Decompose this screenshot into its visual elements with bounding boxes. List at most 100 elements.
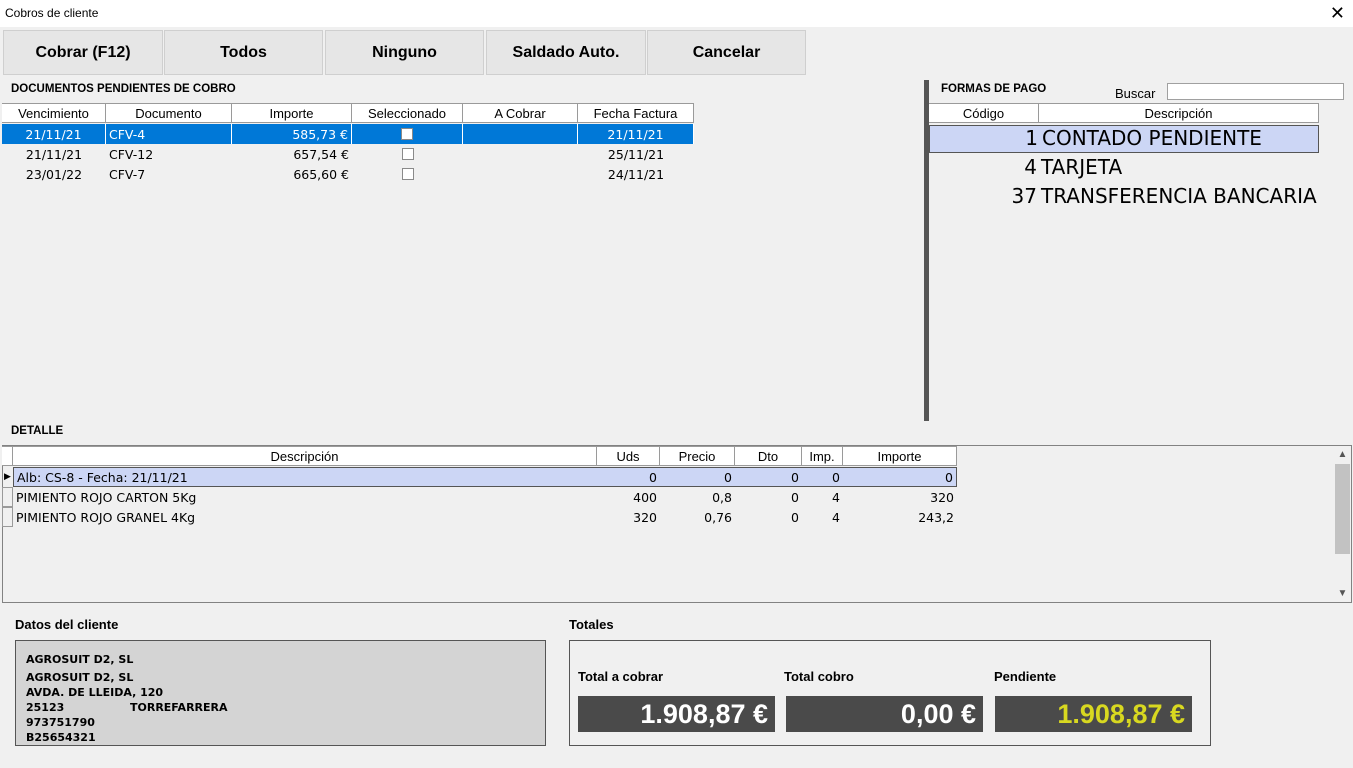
client-location: 25123 TORREFARRERA <box>26 700 535 715</box>
cell-descripcion: PIMIENTO ROJO CARTON 5Kg <box>16 489 197 505</box>
pendiente-value: 1.908,87 € <box>995 696 1192 732</box>
ninguno-button[interactable]: Ninguno <box>325 30 484 75</box>
col-fecha-factura[interactable]: Fecha Factura <box>578 104 694 123</box>
cell-vencimiento: 21/11/21 <box>2 124 106 144</box>
vertical-scrollbar[interactable]: ▲ ▼ <box>1334 446 1351 602</box>
client-data-title: Datos del cliente <box>15 617 119 632</box>
col-a-cobrar[interactable]: A Cobrar <box>463 104 578 123</box>
current-row-indicator-icon: ▶ <box>4 472 11 482</box>
table-row[interactable]: 21/11/21 CFV-4 585,73 € 21/11/21 <box>2 124 694 144</box>
cell-imp: 4 <box>832 509 840 525</box>
search-label: Buscar <box>1115 86 1156 101</box>
cell-fecha-factura: 21/11/21 <box>578 124 694 144</box>
cell-documento: CFV-4 <box>106 124 232 144</box>
cell-importe: 243,2 <box>918 509 954 525</box>
cell-a-cobrar[interactable] <box>463 164 578 184</box>
selected-checkbox[interactable] <box>401 168 414 180</box>
row-header-corner <box>2 447 13 466</box>
client-name: AGROSUIT D2, SL <box>26 653 134 666</box>
table-row[interactable]: 23/01/22 CFV-7 665,60 € 24/11/21 <box>2 164 694 184</box>
cell-a-cobrar[interactable] <box>463 144 578 164</box>
cell-documento: CFV-7 <box>109 166 146 182</box>
pendiente-label: Pendiente <box>994 669 1057 684</box>
payment-description: CONTADO PENDIENTE <box>1042 126 1262 150</box>
col-importe[interactable]: Importe <box>232 104 352 123</box>
client-city: TORREFARRERA <box>130 701 228 714</box>
table-row[interactable]: PIMIENTO ROJO GRANEL 4Kg 320 0,76 0 4 24… <box>2 507 957 527</box>
client-address: AVDA. DE LLEIDA, 120 <box>26 686 164 699</box>
scroll-up-icon[interactable]: ▲ <box>1334 446 1351 463</box>
detail-grid-header: Descripción Uds Precio Dto Imp. Importe <box>2 446 957 466</box>
client-postal-code: 25123 <box>26 701 65 714</box>
total-cobro-value: 0,00 € <box>786 696 983 732</box>
cell-fecha-factura: 24/11/21 <box>607 166 665 182</box>
col-vencimiento[interactable]: Vencimiento <box>2 104 106 123</box>
cancelar-button[interactable]: Cancelar <box>647 30 806 75</box>
cell-documento: CFV-12 <box>109 146 154 162</box>
cell-vencimiento: 23/01/22 <box>25 166 83 182</box>
col-imp[interactable]: Imp. <box>802 447 843 466</box>
payment-methods-title: FORMAS DE PAGO <box>941 83 1047 95</box>
cell-precio: 0 <box>660 467 735 487</box>
cell-dto: 0 <box>791 509 799 525</box>
totals-panel: Total a cobrar Total cobro Pendiente 1.9… <box>569 640 1211 746</box>
close-icon[interactable]: ✕ <box>1330 3 1345 23</box>
total-a-cobrar-value: 1.908,87 € <box>578 696 775 732</box>
window-title: Cobros de cliente <box>5 6 99 20</box>
selected-checkbox[interactable] <box>401 128 413 140</box>
cell-precio: 0,8 <box>712 489 732 505</box>
cell-seleccionado <box>352 144 463 164</box>
cell-imp: 4 <box>832 489 840 505</box>
totals-title: Totales <box>569 617 614 632</box>
cell-uds: 400 <box>633 489 657 505</box>
col-descripcion[interactable]: Descripción <box>1039 104 1319 123</box>
cell-uds: 0 <box>597 467 660 487</box>
col-importe[interactable]: Importe <box>843 447 957 466</box>
cell-uds: 320 <box>633 509 657 525</box>
col-documento[interactable]: Documento <box>106 104 232 123</box>
col-precio[interactable]: Precio <box>660 447 735 466</box>
pending-grid-header: Vencimiento Documento Importe Selecciona… <box>2 103 694 123</box>
client-phone: 973751790 <box>26 716 95 729</box>
scroll-down-icon[interactable]: ▼ <box>1334 585 1351 602</box>
title-bar: Cobros de cliente ✕ <box>0 0 1353 27</box>
col-codigo[interactable]: Código <box>929 104 1039 123</box>
cell-descripcion: PIMIENTO ROJO GRANEL 4Kg <box>16 509 196 525</box>
cell-importe: 0 <box>843 467 957 487</box>
saldado-auto-button[interactable]: Saldado Auto. <box>486 30 646 75</box>
cell-importe: 320 <box>930 489 954 505</box>
client-tax-id: B25654321 <box>26 731 96 744</box>
selected-checkbox[interactable] <box>401 148 414 160</box>
col-seleccionado[interactable]: Seleccionado <box>352 104 463 123</box>
table-row[interactable]: PIMIENTO ROJO CARTON 5Kg 400 0,8 0 4 320 <box>2 487 957 507</box>
payment-grid-header: Código Descripción <box>929 103 1319 123</box>
list-item[interactable]: 1 CONTADO PENDIENTE <box>929 125 1319 153</box>
cell-seleccionado <box>352 164 463 184</box>
search-input[interactable] <box>1167 83 1344 100</box>
row-header[interactable] <box>2 507 13 527</box>
cell-importe: 665,60 € <box>293 166 349 182</box>
list-item[interactable]: 37 TRANSFERENCIA BANCARIA <box>929 184 1319 212</box>
cell-vencimiento: 21/11/21 <box>25 146 83 162</box>
list-item[interactable]: 4 TARJETA <box>929 155 1319 183</box>
table-row[interactable]: 21/11/21 CFV-12 657,54 € 25/11/21 <box>2 144 694 164</box>
col-dto[interactable]: Dto <box>735 447 802 466</box>
cell-importe: 585,73 € <box>232 124 352 144</box>
payment-code: 37 <box>1011 184 1037 208</box>
pending-documents-title: DOCUMENTOS PENDIENTES DE COBRO <box>11 83 236 95</box>
cell-imp: 0 <box>802 467 843 487</box>
col-uds[interactable]: Uds <box>597 447 660 466</box>
cobrar-button[interactable]: Cobrar (F12) <box>3 30 163 75</box>
client-company-name: AGROSUIT D2, SL <box>26 671 134 684</box>
cell-seleccionado <box>352 124 463 144</box>
scroll-thumb[interactable] <box>1335 464 1350 554</box>
cell-dto: 0 <box>735 467 802 487</box>
table-row[interactable]: ▶ Alb: CS-8 - Fecha: 21/11/21 0 0 0 0 0 <box>2 467 957 487</box>
todos-button[interactable]: Todos <box>164 30 323 75</box>
payment-code: 1 <box>1025 126 1038 150</box>
cell-fecha-factura: 25/11/21 <box>607 146 665 162</box>
col-descripcion[interactable]: Descripción <box>13 447 597 466</box>
cell-a-cobrar[interactable] <box>463 124 578 144</box>
total-cobro-label: Total cobro <box>784 669 854 684</box>
row-header[interactable] <box>2 487 13 507</box>
